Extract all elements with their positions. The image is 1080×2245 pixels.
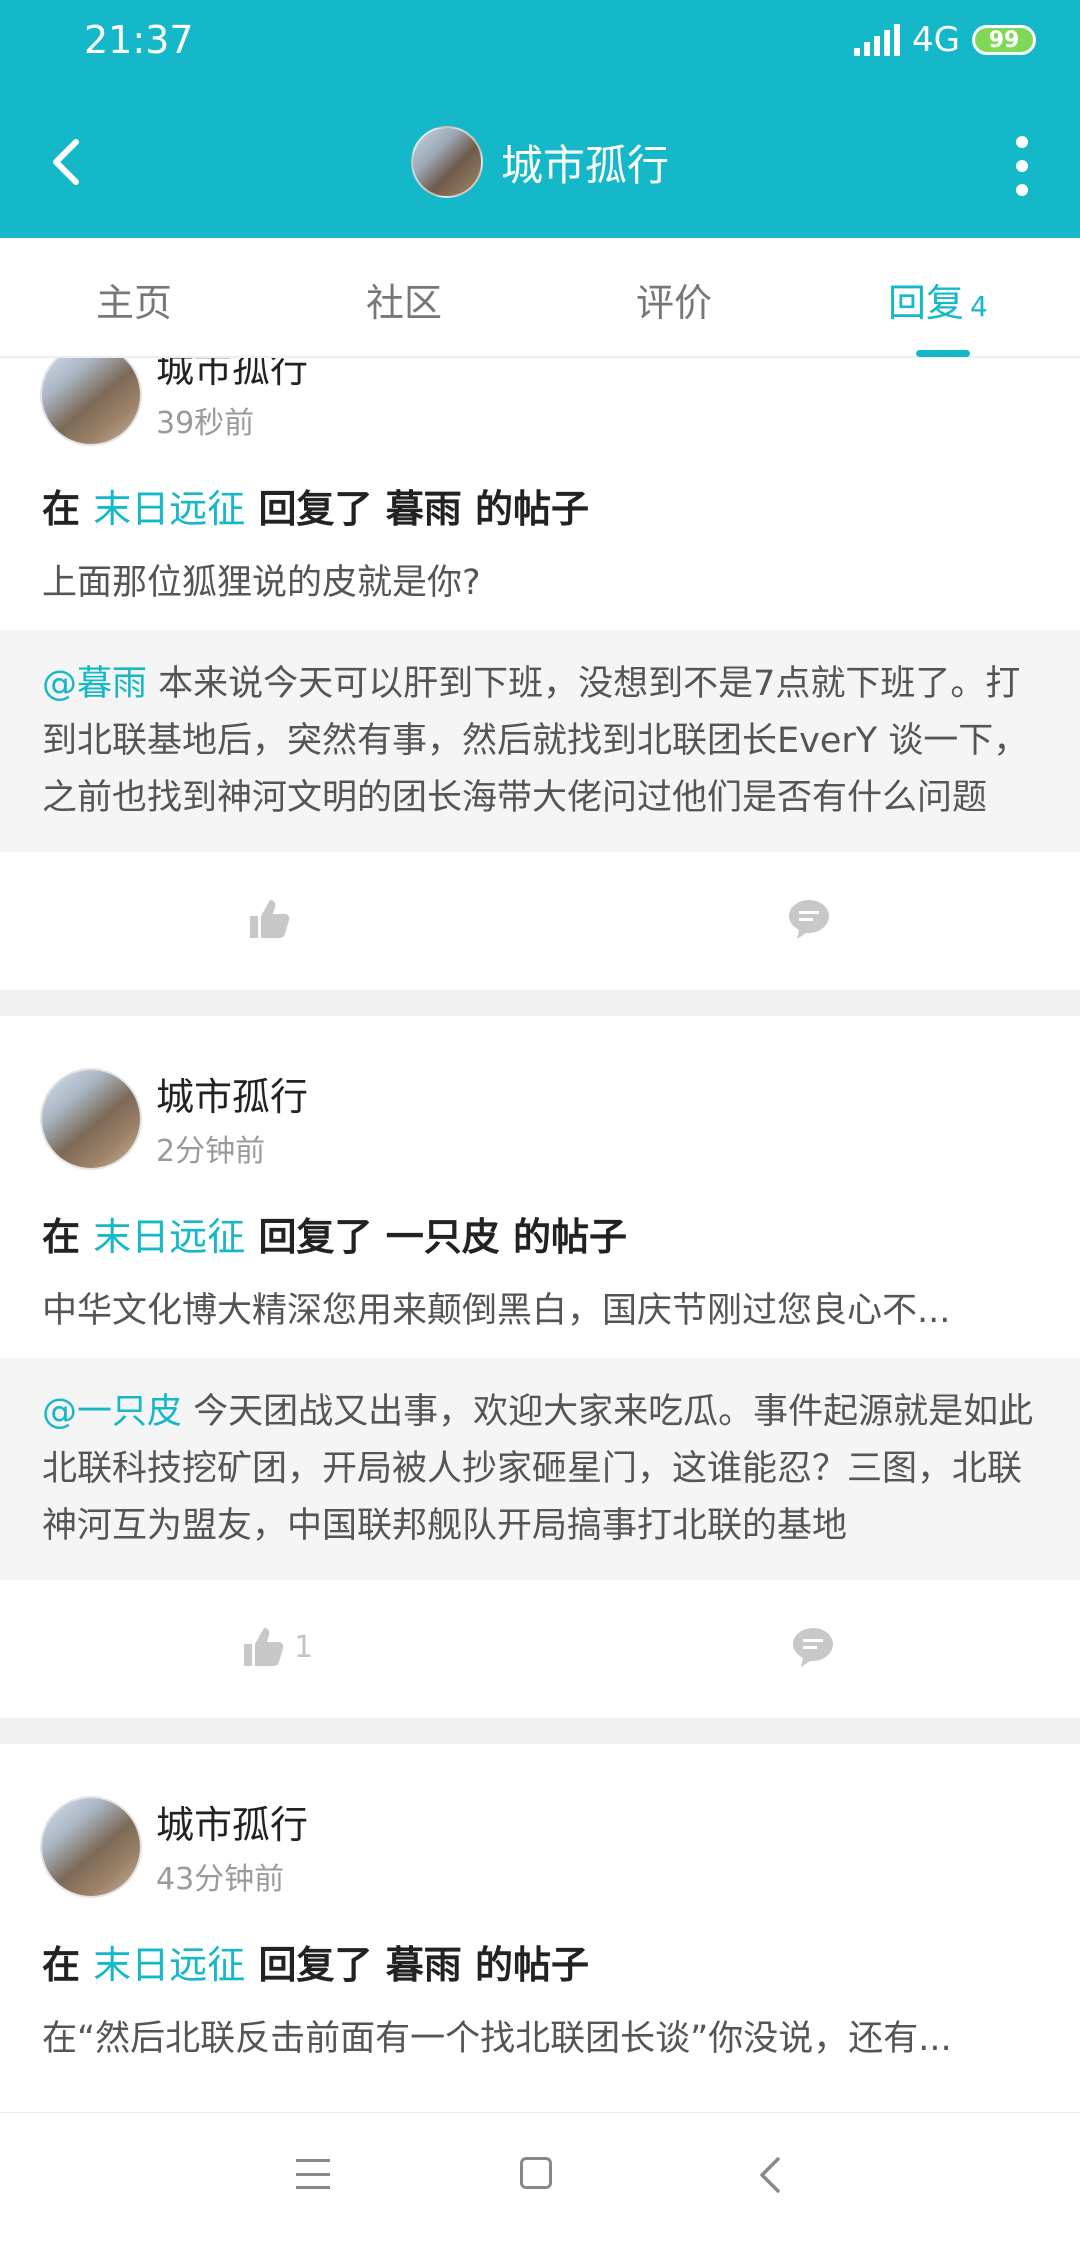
reply-text[interactable]: 上面那位狐狸说的皮就是你? (42, 554, 1032, 605)
headline-suffix: 的帖子 (513, 1215, 628, 1259)
status-indicators: 4G 99 (854, 20, 1036, 60)
card-timestamp: 43分钟前 (156, 1862, 285, 1897)
like-button[interactable] (246, 896, 300, 942)
battery-icon: 99 (972, 25, 1036, 55)
battery-level: 99 (988, 27, 1020, 53)
status-time: 21:37 (84, 18, 194, 62)
quoted-post[interactable]: @一只皮 今天团战又出事，欢迎大家来吃瓜。事件起源就是如此北联科技挖矿团，开局被… (0, 1358, 1080, 1580)
card-timestamp: 39秒前 (156, 406, 255, 441)
target-user[interactable]: 暮雨 (386, 487, 462, 531)
quoted-body: 本来说今天可以肝到下班，没想到不是7点就下班了。打到北联基地后，突然有事，然后就… (42, 664, 1029, 818)
card-timestamp: 2分钟前 (156, 1134, 266, 1169)
tab-replies-label: 回复 (888, 281, 965, 325)
headline-prefix: 在 (42, 487, 81, 531)
avatar[interactable] (42, 1798, 140, 1896)
tab-reviews[interactable]: 评价 (636, 272, 712, 327)
mention-link[interactable]: @暮雨 (42, 664, 147, 704)
signal-icon (854, 24, 901, 56)
card-headline[interactable]: 在 末日远征 回复了 暮雨 的帖子 (42, 478, 589, 533)
quoted-body: 今天团战又出事，欢迎大家来吃瓜。事件起源就是如此北联科技挖矿团，开局被人抄家砸星… (42, 1392, 1034, 1546)
comment-icon (793, 1628, 833, 1667)
avatar[interactable] (410, 126, 483, 198)
headline-prefix: 在 (42, 1215, 81, 1259)
network-label: 4G (912, 20, 960, 60)
tab-community[interactable]: 社区 (366, 272, 442, 327)
thumbs-up-icon (244, 1628, 284, 1666)
comment-button[interactable] (790, 1624, 836, 1670)
avatar[interactable] (42, 358, 140, 444)
tab-replies-count: 4 (970, 290, 988, 323)
reply-card: 城市孤行 43分钟前 在 末日远征 回复了 暮雨 的帖子 在“然后北联反击前面有… (0, 1744, 1080, 2112)
page-title: 城市孤行 (500, 140, 669, 190)
reply-feed[interactable]: 城市孤行 39秒前 在 末日远征 回复了 暮雨 的帖子 上面那位狐狸说的皮就是你… (0, 358, 1080, 2112)
card-username[interactable]: 城市孤行 (156, 1794, 308, 1849)
reply-card: 城市孤行 39秒前 在 末日远征 回复了 暮雨 的帖子 上面那位狐狸说的皮就是你… (0, 358, 1080, 990)
headline-suffix: 的帖子 (475, 487, 590, 531)
game-link[interactable]: 末日远征 (93, 1215, 245, 1259)
card-headline[interactable]: 在 末日远征 回复了 暮雨 的帖子 (42, 1934, 589, 1989)
game-link[interactable]: 末日远征 (93, 1943, 245, 1987)
system-nav-bar (0, 2112, 1080, 2245)
header-profile: 城市孤行 (0, 126, 1080, 198)
quoted-post[interactable]: @暮雨 本来说今天可以肝到下班，没想到不是7点就下班了。打到北联基地后，突然有事… (0, 630, 1080, 852)
menu-icon[interactable] (296, 2159, 330, 2189)
quoted-post-text: @一只皮 今天团战又出事，欢迎大家来吃瓜。事件起源就是如此北联科技挖矿团，开局被… (42, 1384, 1038, 1555)
headline-prefix: 在 (42, 1943, 81, 1987)
like-count: 1 (294, 1629, 314, 1665)
card-username[interactable]: 城市孤行 (156, 358, 308, 393)
avatar[interactable] (42, 1070, 140, 1168)
thumbs-up-icon (250, 900, 290, 938)
comment-icon (789, 900, 829, 939)
mention-link[interactable]: @一只皮 (42, 1392, 182, 1432)
card-username[interactable]: 城市孤行 (156, 1066, 308, 1121)
target-user[interactable]: 一只皮 (386, 1215, 500, 1259)
reply-card: 城市孤行 2分钟前 在 末日远征 回复了 一只皮 的帖子 中华文化博大精深您用来… (0, 1016, 1080, 1718)
headline-verb: 回复了 (258, 487, 373, 531)
reply-text[interactable]: 中华文化博大精深您用来颠倒黑白，国庆节刚过您良心不... (42, 1282, 1032, 1333)
tab-bar: 主页 社区 评价 回复 4 (0, 238, 1080, 358)
tab-replies[interactable]: 回复 4 (888, 272, 988, 327)
headline-suffix: 的帖子 (475, 1943, 590, 1987)
status-bar: 21:37 4G 99 (0, 0, 1080, 86)
card-headline[interactable]: 在 末日远征 回复了 一只皮 的帖子 (42, 1206, 627, 1261)
game-link[interactable]: 末日远征 (93, 487, 245, 531)
more-vertical-icon[interactable] (1012, 136, 1032, 196)
quoted-post-text: @暮雨 本来说今天可以肝到下班，没想到不是7点就下班了。打到北联基地后，突然有事… (42, 656, 1038, 827)
like-button[interactable]: 1 (240, 1624, 313, 1670)
tab-indicator (916, 350, 970, 357)
app-header: 城市孤行 (0, 86, 1080, 238)
headline-verb: 回复了 (258, 1943, 373, 1987)
home-square-icon[interactable] (520, 2157, 552, 2189)
target-user[interactable]: 暮雨 (386, 1943, 462, 1987)
back-chevron-icon[interactable] (752, 2153, 792, 2197)
reply-text[interactable]: 在“然后北联反击前面有一个找北联团长谈”你没说，还有... (42, 2010, 1032, 2061)
comment-button[interactable] (786, 896, 832, 942)
headline-verb: 回复了 (258, 1215, 373, 1259)
tab-home[interactable]: 主页 (96, 272, 172, 327)
